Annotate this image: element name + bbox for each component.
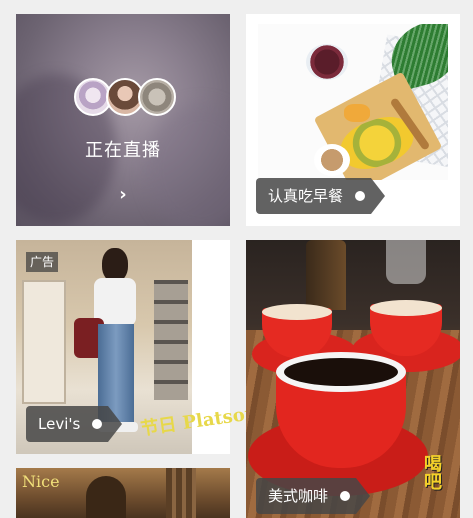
tag-dot-icon <box>92 419 103 429</box>
tag-dot-icon <box>340 491 351 501</box>
coffee-overlay-text: 喝吧 <box>421 454 442 490</box>
avatar <box>138 78 176 116</box>
live-avatars <box>74 78 184 118</box>
live-label: 正在直播 <box>85 140 161 161</box>
tag-coffee[interactable]: 美式咖啡 <box>256 478 371 514</box>
model-head <box>102 248 128 282</box>
cup-rim <box>262 304 332 320</box>
tag-label: Levi's <box>38 415 81 433</box>
bottles <box>306 240 346 310</box>
feed-card-church[interactable]: Nice <box>16 468 230 518</box>
live-background-glow <box>146 104 230 226</box>
church-arch <box>86 476 126 518</box>
cup-rim <box>370 300 442 316</box>
tag-levis[interactable]: Levi's <box>26 406 123 442</box>
tag-label: 认真吃早餐 <box>268 187 344 205</box>
glass <box>386 240 426 284</box>
live-card[interactable]: 正在直播 › <box>16 14 230 226</box>
black-coffee <box>284 358 398 386</box>
church-overlay-text: Nice <box>22 472 60 491</box>
feed-card-coffee[interactable]: 喝吧 <box>246 240 460 518</box>
church-tower <box>166 468 196 518</box>
church-photo: Nice <box>16 468 230 518</box>
door <box>22 280 66 404</box>
tag-label: 美式咖啡 <box>268 487 329 505</box>
toast <box>344 104 370 122</box>
window <box>154 280 188 400</box>
chevron-right-icon[interactable]: › <box>16 184 230 205</box>
tag-breakfast[interactable]: 认真吃早餐 <box>256 178 386 214</box>
berry-bowl <box>306 44 348 80</box>
tag-dot-icon <box>355 191 366 201</box>
tea-cup <box>314 144 350 176</box>
breakfast-photo <box>258 24 448 180</box>
ad-badge: 广告 <box>26 252 59 272</box>
